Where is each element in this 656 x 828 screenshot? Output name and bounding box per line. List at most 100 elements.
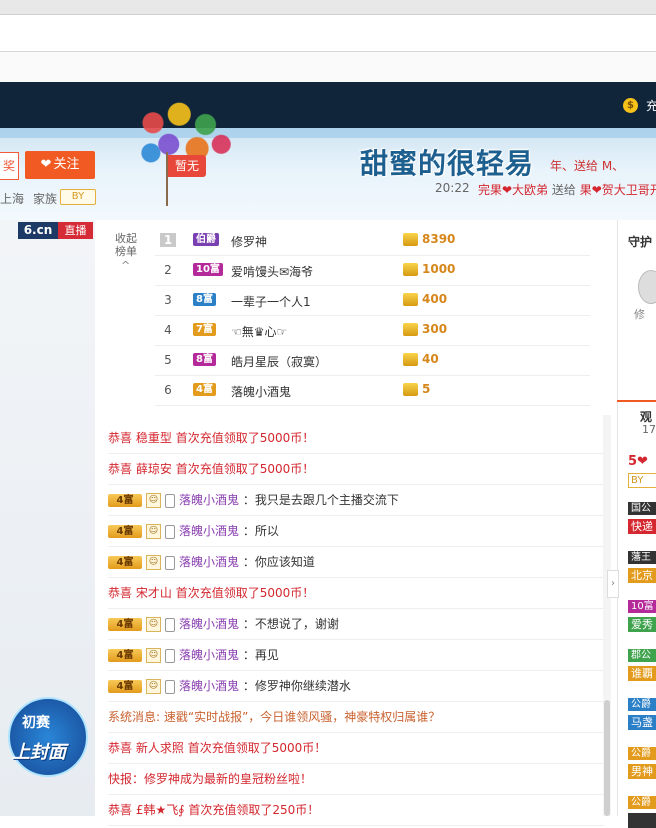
rank-row[interactable]: 5 8富 皓月星辰（寂寞） 40 xyxy=(155,346,590,376)
gift-ticker-line2: 完果❤大欧弟 送给 果❤贺大卫哥开 xyxy=(478,181,656,198)
family-badge[interactable]: BY xyxy=(60,189,96,205)
collapse-ranking-button[interactable]: 收起榜单 xyxy=(113,232,139,258)
rank-row[interactable]: 1 伯爵 修罗神 8390 xyxy=(155,226,590,256)
rank-row[interactable]: 4 7富 ☜無♛心☞ 300 xyxy=(155,316,590,346)
audience-user-name[interactable]: 马盏 xyxy=(628,715,656,730)
chat-user-name[interactable]: 稳重型 xyxy=(136,431,172,445)
user-card-icon[interactable]: ☺ xyxy=(146,493,161,508)
follow-label: 关注 xyxy=(53,157,80,172)
chat-text: ：你应该知道 xyxy=(242,555,315,569)
chat-text: ：所以 xyxy=(242,524,279,538)
ticker-receiver[interactable]: 果❤贺大卫哥开 xyxy=(580,183,656,197)
chat-user-name[interactable]: 宋才山 xyxy=(136,586,172,600)
audience-user-name[interactable]: 快递 xyxy=(628,519,656,534)
chat-user-name[interactable]: 落魄小酒鬼 xyxy=(179,648,239,662)
chat-message: 恭喜 £韩★飞∮ 首次充值领取了250币！ xyxy=(108,795,604,826)
ticker-sender[interactable]: 完果❤大欧弟 xyxy=(478,183,548,197)
audience-level-badge: 藩王 xyxy=(628,551,656,564)
guard-title: 守护 xyxy=(628,235,653,249)
tab-underline xyxy=(617,400,656,402)
level-badge: 4富 xyxy=(108,618,142,631)
reward-button[interactable]: 奖 xyxy=(0,152,19,180)
chat-message: 4富 ☺ 落魄小酒鬼 ：所以 xyxy=(108,516,604,547)
system-notice[interactable]: 系统消息: 速戳“实时战报”，今日谁领风骚，神豪特权归属谁？ xyxy=(108,710,440,724)
rank-number: 2 xyxy=(164,263,172,277)
chat-user-name[interactable]: 落魄小酒鬼 xyxy=(179,493,239,507)
chat-message: 4富 ☺ 落魄小酒鬼 ：修罗神你继续潜水 xyxy=(108,671,604,702)
rank-number: 1 xyxy=(160,233,176,247)
chat-message: 快报：修罗神成为最新的皇冠粉丝啦！ xyxy=(108,764,604,795)
chevron-right-icon[interactable]: › xyxy=(607,570,619,598)
chat-message: 4富 ☺ 落魄小酒鬼 ：你应该知道 xyxy=(108,547,604,578)
audience-level-badge: 国公 xyxy=(628,502,656,515)
user-card-icon[interactable]: ☺ xyxy=(146,524,161,539)
follow-button[interactable]: ❤ 关注 xyxy=(25,151,95,179)
chat-prefix: 恭喜 xyxy=(108,741,133,755)
rank-value: 8390 xyxy=(422,232,456,246)
chat-scrollbar-thumb[interactable] xyxy=(604,700,610,816)
level-badge: 4富 xyxy=(108,525,142,538)
chat-text: ：不想说了，谢谢 xyxy=(242,617,339,631)
cover-badge-line1: 初赛 xyxy=(22,715,50,731)
phone-icon xyxy=(165,524,175,539)
chat-user-name[interactable]: 落魄小酒鬼 xyxy=(179,617,239,631)
level-badge: 4富 xyxy=(108,556,142,569)
audience-level-badge: 10富 xyxy=(628,600,656,613)
chat-message: 恭喜 稳重型 首次充值领取了5000币！ xyxy=(108,423,604,454)
audience-user-name[interactable]: 爱秀 xyxy=(628,617,656,632)
user-card-icon[interactable]: ☺ xyxy=(146,555,161,570)
audience-user-name[interactable] xyxy=(628,813,656,828)
audience-level-number: 5 xyxy=(628,454,638,469)
site-logo: 6.cn xyxy=(18,222,58,239)
chevron-up-icon[interactable]: ^ xyxy=(121,259,130,272)
rank-user-name[interactable]: 皓月星辰（寂寞） xyxy=(231,353,327,370)
chat-user-name[interactable]: 修罗神 xyxy=(144,772,180,786)
chat-message: 4富 ☺ 落魄小酒鬼 ：我只是去跟几个主播交流下 xyxy=(108,485,604,516)
chat-user-name[interactable]: 落魄小酒鬼 xyxy=(179,555,239,569)
rank-number: 3 xyxy=(164,293,172,307)
audience-user-name[interactable]: 男神 xyxy=(628,764,656,779)
user-card-icon[interactable]: ☺ xyxy=(146,648,161,663)
rank-user-name[interactable]: ☜無♛心☞ xyxy=(231,323,287,340)
chat-user-name[interactable]: 新人求照 xyxy=(136,741,184,755)
browser-tabstrip xyxy=(0,0,656,15)
rank-user-name[interactable]: 爱啃馒头✉海爷 xyxy=(231,263,313,280)
audience-level: 5❤ xyxy=(628,454,648,469)
cover-contest-badge[interactable] xyxy=(8,697,88,777)
live-badge: 直播 xyxy=(58,222,93,239)
chat-user-name[interactable]: 落魄小酒鬼 xyxy=(179,679,239,693)
chat-user-name[interactable]: 落魄小酒鬼 xyxy=(179,524,239,538)
user-card-icon[interactable]: ☺ xyxy=(146,617,161,632)
chat-prefix: 恭喜 xyxy=(108,803,133,817)
coin-icon xyxy=(403,233,418,246)
user-card-icon[interactable]: ☺ xyxy=(146,679,161,694)
chat-text: 首次充值领取了5000币！ xyxy=(175,431,315,445)
chat-text: ：再见 xyxy=(242,648,279,662)
chat-text: ：我只是去跟几个主播交流下 xyxy=(242,493,399,507)
location-label: 上海 xyxy=(0,192,25,206)
rank-user-name[interactable]: 一辈子一个人1 xyxy=(231,293,311,310)
audience-count: 17 xyxy=(642,423,656,436)
recharge-link[interactable]: 充 xyxy=(646,97,656,114)
coin-icon[interactable]: $ xyxy=(623,98,638,113)
audience-user-name[interactable]: 谁覇 xyxy=(628,666,656,681)
rank-user-name[interactable]: 落魄小酒鬼 xyxy=(231,383,291,400)
room-banner xyxy=(0,128,656,220)
chat-user-name[interactable]: £韩★飞∮ xyxy=(136,803,185,817)
heart-icon: ❤ xyxy=(637,454,648,469)
rank-row[interactable]: 2 10富 爱啃馒头✉海爷 1000 xyxy=(155,256,590,286)
chat-user-name[interactable]: 薛琼安 xyxy=(136,462,172,476)
chat-message: 恭喜 薛琼安 首次充值领取了5000币！ xyxy=(108,454,604,485)
browser-address-bar[interactable] xyxy=(0,15,656,52)
audience-user-name[interactable]: 北京 xyxy=(628,568,656,583)
guard-name[interactable]: 修 xyxy=(634,306,645,322)
rank-row[interactable]: 3 8富 一辈子一个人1 400 xyxy=(155,286,590,316)
rank-row[interactable]: 6 4富 落魄小酒鬼 5 xyxy=(155,376,590,406)
cover-badge-line2: 上封面 xyxy=(12,742,66,763)
coin-icon xyxy=(403,263,418,276)
rank-user-name[interactable]: 修罗神 xyxy=(231,233,267,250)
chat-prefix: 恭喜 xyxy=(108,462,133,476)
chat-message: 恭喜 新人求照 首次充值领取了5000币！ xyxy=(108,733,604,764)
chat-text: 首次充值领取了5000币！ xyxy=(175,586,315,600)
phone-icon xyxy=(165,555,175,570)
